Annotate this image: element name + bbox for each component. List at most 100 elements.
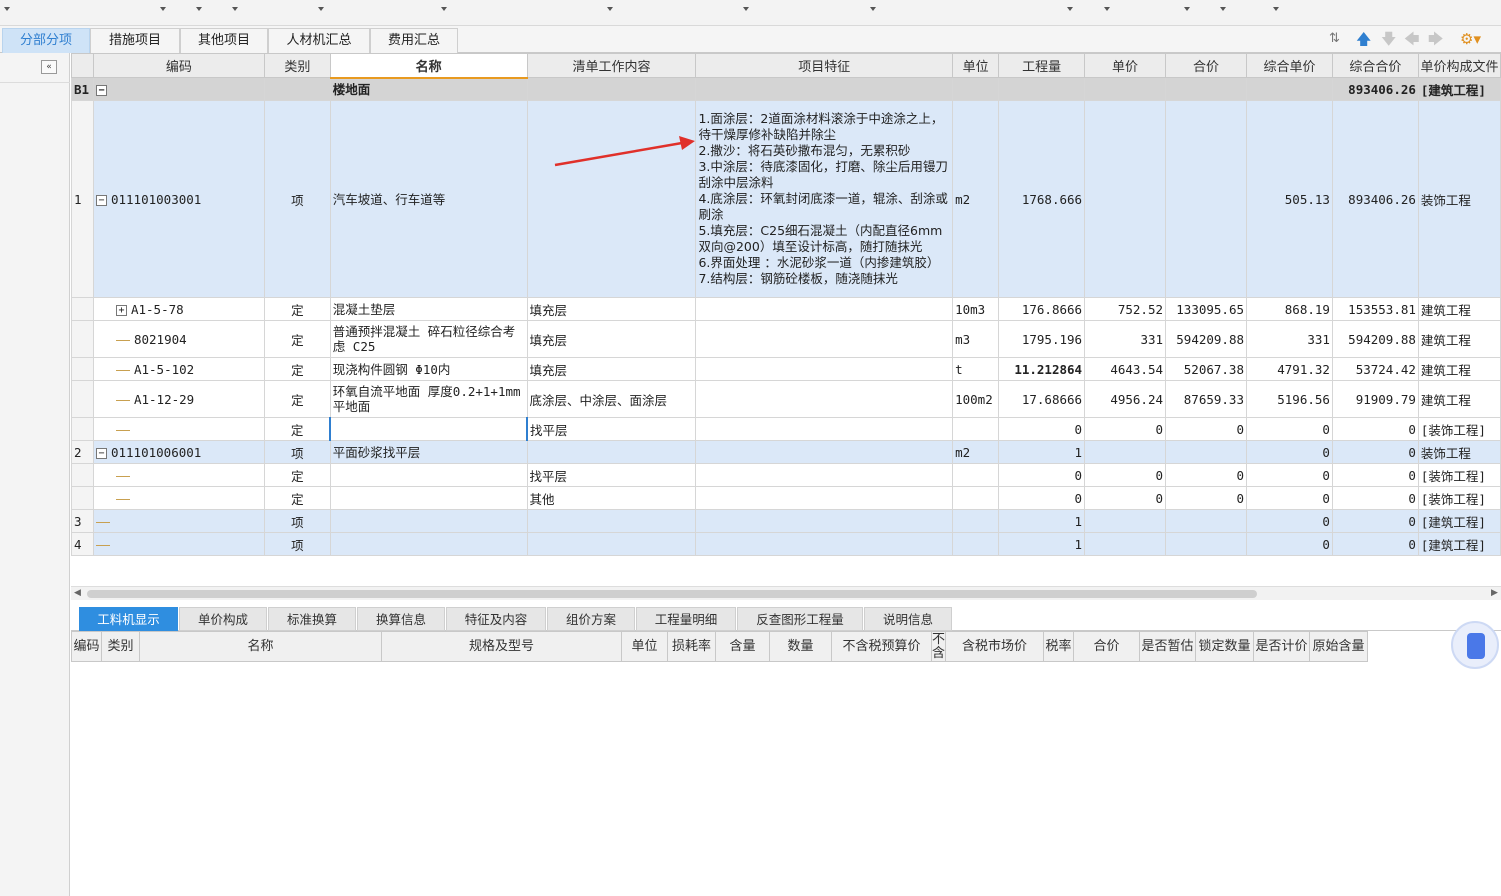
qty-cell[interactable]: 0 — [998, 417, 1086, 441]
cprice-cell[interactable] — [1246, 77, 1333, 101]
name-cell[interactable] — [329, 532, 528, 556]
tab-cuoshi[interactable]: 措施项目 — [90, 28, 180, 53]
name-cell[interactable]: 普通预拌混凝土 碎石粒径综合考虑 C25 — [329, 320, 528, 358]
resource-column-header[interactable]: 规格及型号 — [381, 631, 622, 662]
template-file-cell[interactable]: 建筑工程 — [1417, 380, 1501, 418]
type-cell[interactable]: 项 — [263, 440, 331, 464]
type-cell[interactable]: 定 — [263, 320, 331, 358]
unit-cell[interactable]: m2 — [952, 100, 1000, 298]
work-content-cell[interactable]: 填充层 — [526, 357, 697, 381]
table-row[interactable]: 1−011101003001 项汽车坡道、行车道等 1.面涂层：2道面涂材料滚涂于中… — [71, 100, 1501, 298]
tab-feiyong[interactable]: 费用汇总 — [370, 28, 458, 53]
code-cell[interactable] — [92, 417, 265, 441]
type-cell[interactable]: 定 — [263, 486, 331, 510]
tab-biaozhun[interactable]: 标准换算 — [268, 607, 356, 631]
dropdown-caret-icon[interactable] — [1220, 7, 1226, 11]
total-cell[interactable]: 0 — [1165, 417, 1247, 441]
cprice-cell[interactable]: 868.19 — [1246, 297, 1333, 321]
feature-cell[interactable] — [695, 77, 954, 101]
column-header[interactable]: 工程量 — [998, 53, 1086, 78]
ctotal-cell[interactable]: 594209.88 — [1331, 320, 1419, 358]
dropdown-caret-icon[interactable] — [318, 7, 324, 11]
type-cell[interactable]: 定 — [263, 297, 331, 321]
table-row[interactable]: + A1-5-78 定混凝土垫层 填充层 10m3 176.8666 752.52 13309… — [71, 297, 1501, 321]
price-cell[interactable]: 0 — [1084, 417, 1167, 441]
dropdown-caret-icon[interactable] — [607, 7, 613, 11]
table-row[interactable]: 8021904 定普通预拌混凝土 碎石粒径综合考虑 C25 填充层 m3 1795.19… — [71, 320, 1501, 358]
feature-cell[interactable] — [695, 532, 954, 556]
name-cell[interactable]: 楼地面 — [329, 77, 528, 101]
tab-fenbu[interactable]: 分部分项 — [2, 28, 90, 53]
template-file-cell[interactable]: [装饰工程] — [1417, 417, 1501, 441]
tab-tezheng[interactable]: 特征及内容 — [446, 607, 546, 631]
template-file-cell[interactable]: 建筑工程 — [1417, 320, 1501, 358]
tab-gongliaoji[interactable]: 工料机显示 — [79, 607, 178, 631]
ctotal-cell[interactable]: 0 — [1331, 532, 1419, 556]
dropdown-caret-icon[interactable] — [232, 7, 238, 11]
feature-cell[interactable] — [695, 463, 954, 487]
resource-column-header[interactable]: 合价 — [1073, 631, 1141, 662]
table-row[interactable]: B1− 楼地面 893406.26 [建筑工程] — [71, 77, 1501, 101]
work-content-cell[interactable]: 底涂层、中涂层、面涂层 — [526, 380, 697, 418]
qty-cell[interactable]: 0 — [998, 486, 1086, 510]
cprice-cell[interactable]: 0 — [1246, 532, 1333, 556]
horizontal-scrollbar[interactable]: ◀ ▶ — [71, 586, 1501, 600]
work-content-cell[interactable] — [526, 100, 697, 298]
ctotal-cell[interactable]: 893406.26 — [1331, 100, 1419, 298]
unit-cell[interactable] — [952, 77, 1000, 101]
collapse-icon[interactable]: − — [95, 447, 107, 459]
code-cell[interactable]: − — [92, 77, 265, 101]
total-cell[interactable] — [1165, 77, 1247, 101]
type-cell[interactable]: 定 — [263, 463, 331, 487]
ctotal-cell[interactable]: 0 — [1331, 440, 1419, 464]
work-content-cell[interactable] — [526, 77, 697, 101]
dropdown-caret-icon[interactable] — [1273, 7, 1279, 11]
code-cell[interactable] — [92, 532, 265, 556]
unit-cell[interactable] — [952, 417, 1000, 441]
ctotal-cell[interactable]: 91909.79 — [1331, 380, 1419, 418]
feature-cell[interactable] — [695, 320, 954, 358]
template-file-cell[interactable]: 建筑工程 — [1417, 297, 1501, 321]
work-content-cell[interactable] — [526, 509, 697, 533]
unit-cell[interactable]: t — [952, 357, 1000, 381]
work-content-cell[interactable]: 找平层 — [526, 463, 697, 487]
unit-cell[interactable] — [952, 486, 1000, 510]
collapse-icon[interactable]: − — [95, 84, 107, 96]
column-header[interactable]: 清单工作内容 — [526, 53, 697, 78]
dropdown-caret-icon[interactable] — [1184, 7, 1190, 11]
type-cell[interactable]: 定 — [263, 380, 331, 418]
qty-cell[interactable]: 1768.666 — [998, 100, 1086, 298]
work-content-cell[interactable]: 找平层 — [526, 417, 697, 441]
assistant-float-button[interactable] — [1451, 621, 1499, 669]
type-cell[interactable]: 定 — [263, 357, 331, 381]
table-row[interactable]: 4 项 1 0 0 [建筑工程] — [71, 532, 1501, 556]
move-up-icon[interactable]: 🡅 — [1356, 31, 1371, 47]
ctotal-cell[interactable]: 0 — [1331, 509, 1419, 533]
move-right-icon[interactable]: 🡆 — [1428, 31, 1444, 47]
resource-column-header[interactable]: 含量 — [715, 631, 770, 662]
name-cell[interactable]: 环氧自流平地面 厚度0.2+1+1mm 平地面 — [329, 380, 528, 418]
resource-column-header[interactable]: 原始含量 — [1309, 631, 1369, 662]
code-cell[interactable] — [92, 463, 265, 487]
total-cell[interactable] — [1165, 509, 1247, 533]
code-cell[interactable] — [92, 486, 265, 510]
column-header[interactable]: 项目特征 — [695, 53, 954, 78]
scroll-right-icon[interactable]: ▶ — [1491, 588, 1498, 598]
qty-cell[interactable] — [998, 77, 1086, 101]
feature-cell[interactable] — [695, 357, 954, 381]
price-cell[interactable] — [1084, 100, 1167, 298]
resource-column-header[interactable]: 锁定数量 — [1195, 631, 1255, 662]
template-file-cell[interactable]: [建筑工程] — [1417, 509, 1501, 533]
dropdown-caret-icon[interactable] — [160, 7, 166, 11]
resource-column-header[interactable]: 不含税预算价 — [831, 631, 932, 662]
tab-gongchengliang[interactable]: 工程量明细 — [636, 607, 736, 631]
name-cell[interactable]: 平面砂浆找平层 — [329, 440, 528, 464]
collapse-icon[interactable]: − — [95, 194, 107, 206]
name-cell[interactable] — [329, 486, 528, 510]
resource-column-header[interactable]: 损耗率 — [667, 631, 716, 662]
name-cell[interactable] — [329, 509, 528, 533]
resource-column-header[interactable]: 单位 — [621, 631, 668, 662]
unit-cell[interactable]: m3 — [952, 320, 1000, 358]
name-cell[interactable]: 混凝土垫层 — [329, 297, 528, 321]
total-cell[interactable] — [1165, 532, 1247, 556]
